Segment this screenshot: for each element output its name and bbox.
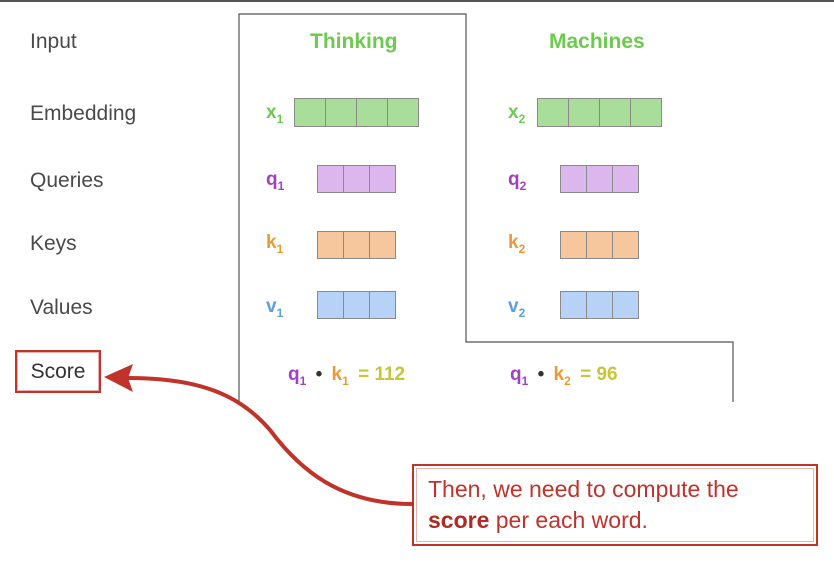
callout-line-2: score per each word. xyxy=(428,507,648,533)
key-symbol-1: k1 xyxy=(266,232,284,256)
query-vector-2 xyxy=(560,165,639,193)
key-symbol-2: k2 xyxy=(508,232,526,256)
word-thinking: Thinking xyxy=(310,30,398,53)
callout-bold-score: score xyxy=(428,507,490,533)
query-symbol-1: q1 xyxy=(266,169,285,193)
callout-line-1: Then, we need to compute the xyxy=(428,476,739,502)
label-score: Score xyxy=(15,350,101,393)
score-equation-2: q1 • k2 = 96 xyxy=(510,364,618,388)
label-values: Values xyxy=(30,296,93,319)
word-machines: Machines xyxy=(549,30,645,53)
embedding-vector-1 xyxy=(294,98,419,127)
label-keys: Keys xyxy=(30,232,77,255)
value-symbol-2: v2 xyxy=(508,296,526,320)
label-embedding: Embedding xyxy=(30,102,137,125)
score-equation-1: q1 • k1 = 112 xyxy=(288,364,406,388)
label-input: Input xyxy=(30,30,77,53)
embedding-symbol-1: x1 xyxy=(266,102,284,126)
value-symbol-1: v1 xyxy=(266,296,284,320)
label-queries: Queries xyxy=(30,169,104,192)
query-symbol-2: q2 xyxy=(508,169,527,193)
embedding-vector-2 xyxy=(537,98,662,127)
score-value-2: 96 xyxy=(596,364,618,385)
arrow-curve xyxy=(126,376,414,506)
value-vector-2 xyxy=(560,291,639,319)
key-vector-2 xyxy=(560,231,639,259)
key-vector-1 xyxy=(317,231,396,259)
score-value-1: 112 xyxy=(374,364,406,385)
callout-box: Then, we need to compute the score per e… xyxy=(412,464,818,546)
query-vector-1 xyxy=(317,165,396,193)
value-vector-1 xyxy=(317,291,396,319)
embedding-symbol-2: x2 xyxy=(508,102,526,126)
